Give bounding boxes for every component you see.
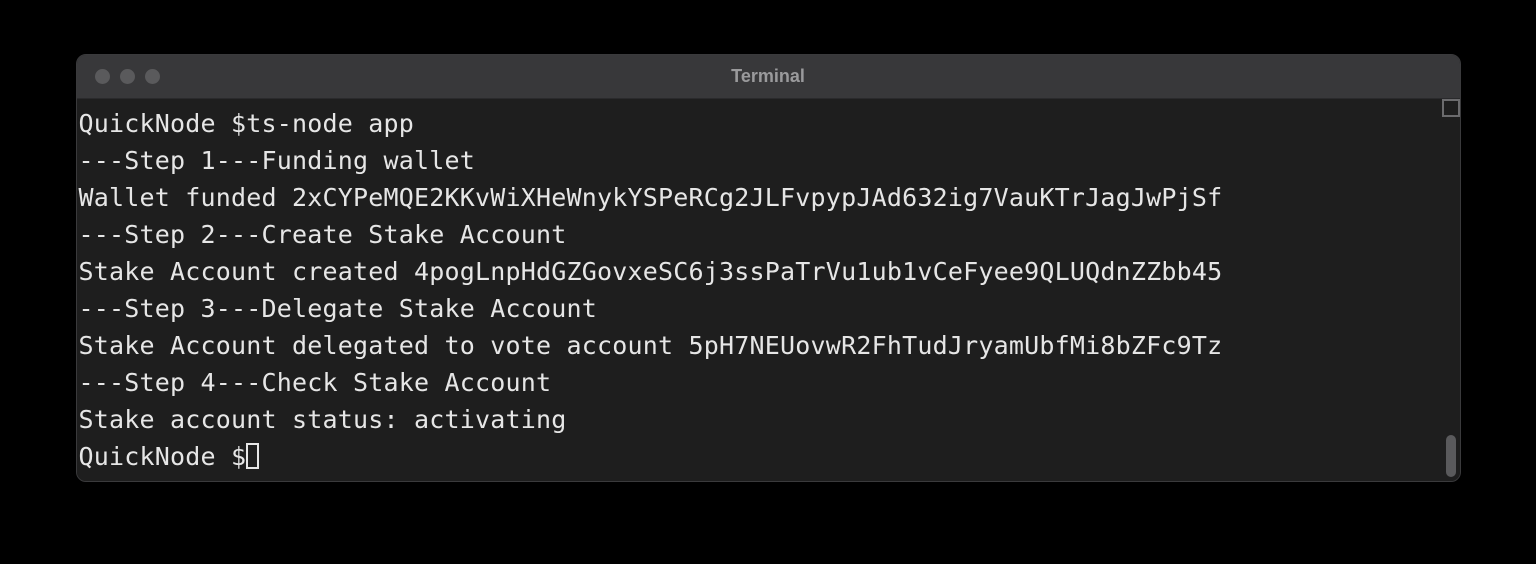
window-title: Terminal: [77, 66, 1460, 87]
maximize-button[interactable]: [145, 69, 160, 84]
terminal-line: ---Step 4---Check Stake Account: [79, 364, 1440, 401]
terminal-line: ---Step 1---Funding wallet: [79, 142, 1440, 179]
terminal-window: Terminal QuickNode $ts-node app---Step 1…: [76, 54, 1461, 482]
cursor-icon: [246, 443, 259, 469]
terminal-prompt: QuickNode $: [79, 442, 247, 471]
terminal-line: ---Step 3---Delegate Stake Account: [79, 290, 1440, 327]
window-controls: [77, 69, 160, 84]
close-button[interactable]: [95, 69, 110, 84]
window-titlebar[interactable]: Terminal: [77, 55, 1460, 99]
terminal-line: Stake account status: activating: [79, 401, 1440, 438]
terminal-line: Stake Account delegated to vote account …: [79, 327, 1440, 364]
scrollbar-track[interactable]: [1442, 99, 1460, 481]
scrollbar-top-box-icon: [1442, 99, 1460, 117]
scrollbar-thumb[interactable]: [1446, 435, 1456, 477]
terminal-prompt-line: QuickNode $: [79, 438, 1440, 475]
terminal-line: Wallet funded 2xCYPeMQE2KKvWiXHeWnykYSPe…: [79, 179, 1440, 216]
terminal-line: QuickNode $ts-node app: [79, 105, 1440, 142]
minimize-button[interactable]: [120, 69, 135, 84]
terminal-line: Stake Account created 4pogLnpHdGZGovxeSC…: [79, 253, 1440, 290]
terminal-output[interactable]: QuickNode $ts-node app---Step 1---Fundin…: [77, 99, 1442, 481]
terminal-body-wrap: QuickNode $ts-node app---Step 1---Fundin…: [77, 99, 1460, 481]
terminal-line: ---Step 2---Create Stake Account: [79, 216, 1440, 253]
